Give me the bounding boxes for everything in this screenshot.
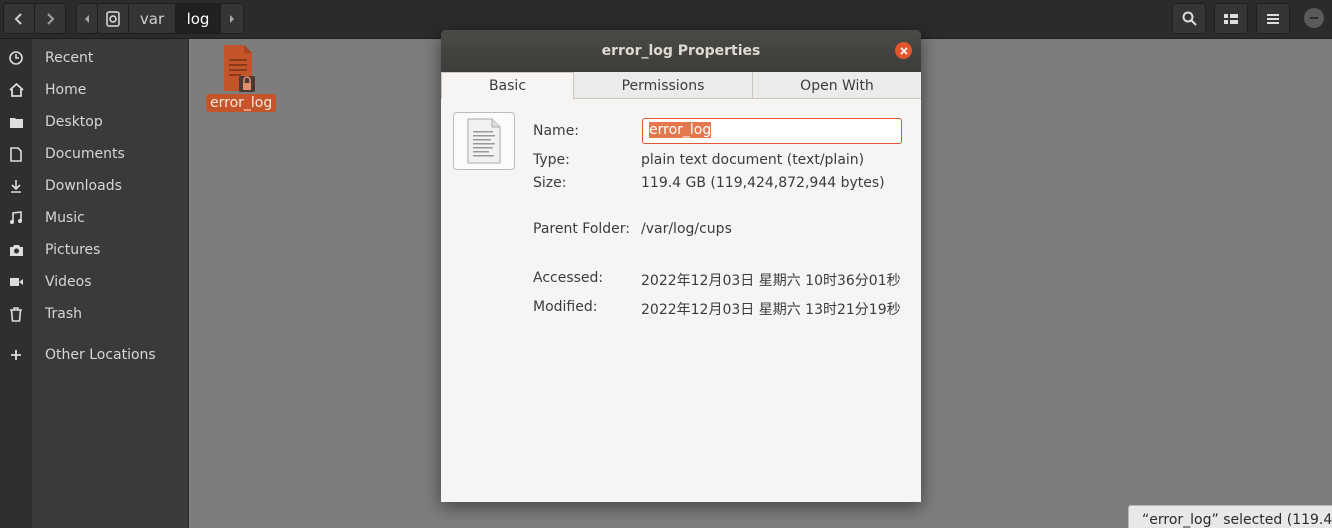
sidebar-item-other-locations[interactable]: Other Locations: [0, 339, 189, 371]
text-document-icon: [467, 118, 501, 164]
sidebar-item-label: Pictures: [45, 242, 101, 258]
name-label: Name:: [533, 123, 580, 139]
chevron-left-icon: [14, 12, 22, 25]
view-options-icon: [1224, 13, 1238, 24]
menu-button[interactable]: [1256, 3, 1290, 34]
sidebar-item-documents[interactable]: Documents: [0, 138, 189, 170]
tab-open-with[interactable]: Open With: [753, 72, 921, 99]
sidebar-item-desktop[interactable]: Desktop: [0, 106, 189, 138]
properties-dialog: error_log Properties Basic Permissions O…: [441, 30, 921, 502]
search-button[interactable]: [1172, 3, 1206, 34]
caret-right-icon: [230, 14, 234, 23]
home-icon: [0, 83, 32, 97]
sidebar-item-trash[interactable]: Trash: [0, 298, 189, 330]
sidebar-item-label: Music: [45, 210, 85, 226]
tab-permissions[interactable]: Permissions: [574, 72, 753, 99]
parent-folder-value[interactable]: /var/log/cups: [641, 221, 732, 237]
plus-icon: [0, 349, 32, 361]
minimize-icon: [1310, 17, 1318, 19]
name-field-value: error_log: [649, 122, 712, 138]
clock-icon: [0, 51, 32, 65]
document-icon: [0, 146, 32, 162]
file-type-icon: [453, 112, 515, 170]
parent-folder-label: Parent Folder:: [533, 221, 631, 237]
accessed-value: 2022年12月03日 星期六 10时36分01秒: [641, 273, 901, 289]
breadcrumb-scroll-right[interactable]: [220, 3, 244, 34]
back-button[interactable]: [3, 3, 35, 34]
sidebar-item-label: Recent: [45, 50, 94, 66]
minimize-button[interactable]: [1304, 8, 1324, 28]
sidebar-item-label: Videos: [45, 274, 92, 290]
sidebar-item-home[interactable]: Home: [0, 74, 189, 106]
forward-button[interactable]: [34, 3, 66, 34]
folder-icon: [0, 116, 32, 129]
chevron-right-icon: [47, 12, 55, 25]
sidebar-item-pictures[interactable]: Pictures: [0, 234, 189, 266]
breadcrumb-scroll-left[interactable]: [76, 3, 98, 34]
type-label: Type:: [533, 152, 570, 168]
size-value: 119.4 GB (119,424,872,944 bytes): [641, 175, 885, 191]
view-options-button[interactable]: [1214, 3, 1248, 34]
sidebar-item-label: Home: [45, 82, 87, 98]
video-icon: [0, 276, 32, 288]
sidebar-item-music[interactable]: Music: [0, 202, 189, 234]
type-value: plain text document (text/plain): [641, 152, 865, 168]
breadcrumb-log[interactable]: log: [175, 3, 221, 34]
accessed-label: Accessed:: [533, 270, 604, 286]
locked-text-file-icon: [224, 45, 255, 92]
sidebar-item-label: Desktop: [45, 114, 103, 130]
status-bar: “error_log” selected (119.4 GB): [1128, 505, 1332, 528]
sidebar-item-label: Trash: [45, 306, 82, 322]
tab-bar: Basic Permissions Open With: [441, 72, 921, 99]
drive-icon: [106, 10, 120, 27]
modified-value: 2022年12月03日 星期六 13时21分19秒: [641, 302, 901, 318]
caret-left-icon: [85, 14, 89, 23]
close-button[interactable]: [895, 42, 912, 59]
sidebar-item-downloads[interactable]: Downloads: [0, 170, 189, 202]
close-icon: [899, 46, 908, 55]
root-location-button[interactable]: [97, 3, 129, 34]
dialog-title: error_log Properties: [441, 30, 921, 72]
trash-icon: [0, 306, 32, 322]
music-icon: [0, 211, 32, 225]
camera-icon: [0, 244, 32, 257]
size-label: Size:: [533, 175, 567, 191]
sidebar-item-recent[interactable]: Recent: [0, 42, 189, 74]
sidebar-item-videos[interactable]: Videos: [0, 266, 189, 298]
file-item-label[interactable]: error_log: [206, 94, 277, 112]
menu-icon: [1267, 13, 1279, 24]
modified-label: Modified:: [533, 299, 598, 315]
sidebar-item-label: Documents: [45, 146, 125, 162]
tab-basic[interactable]: Basic: [441, 72, 574, 99]
sidebar-item-label: Other Locations: [45, 347, 156, 363]
search-icon: [1182, 11, 1197, 26]
download-icon: [0, 179, 32, 193]
breadcrumb-var[interactable]: var: [128, 3, 176, 34]
name-field[interactable]: error_log: [642, 118, 902, 144]
file-item-error-log[interactable]: [212, 45, 262, 93]
sidebar-item-label: Downloads: [45, 178, 122, 194]
